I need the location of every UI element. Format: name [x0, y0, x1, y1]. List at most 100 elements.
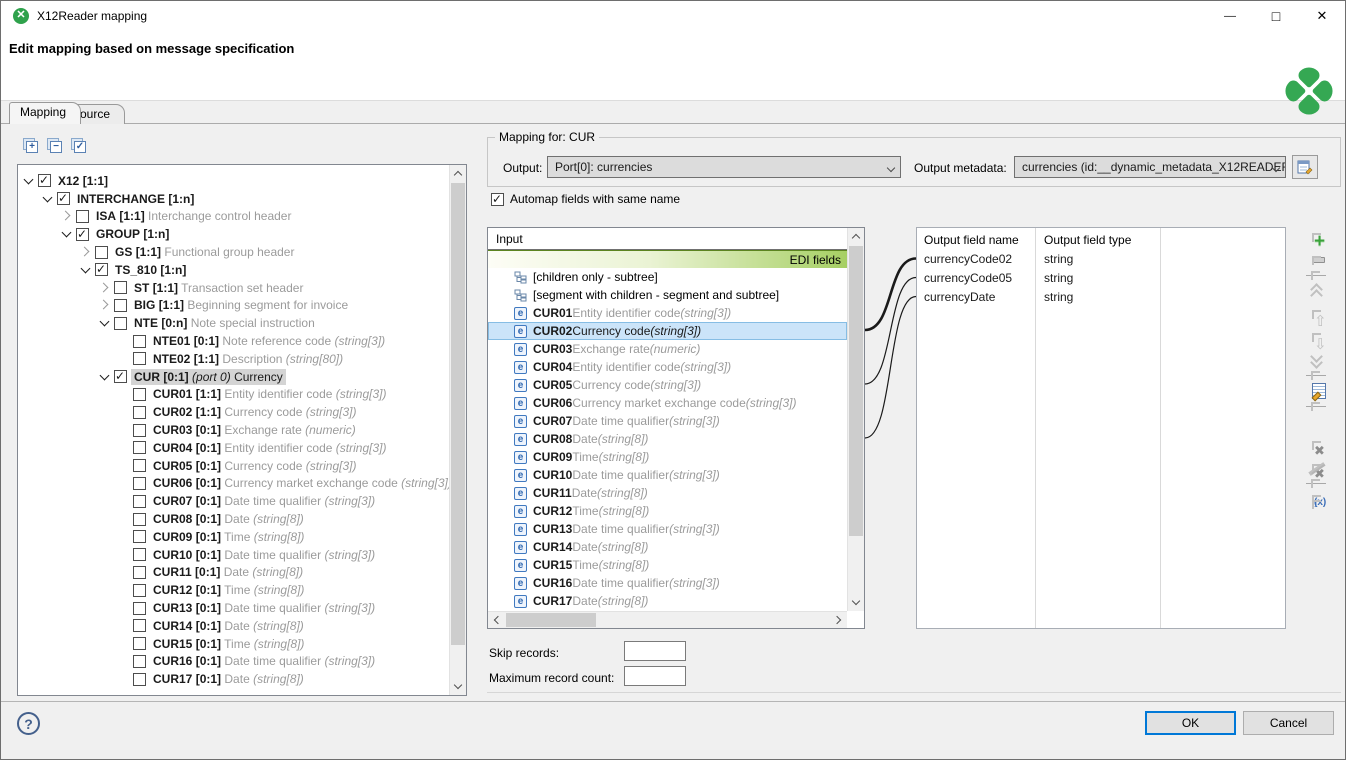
tree-checkbox[interactable] — [133, 602, 146, 615]
tree-checkbox[interactable] — [114, 281, 127, 294]
tree-expander-icon[interactable] — [22, 174, 36, 188]
column-output-field-type[interactable]: Output field type — [1044, 233, 1131, 247]
tree-expander-icon[interactable] — [79, 245, 93, 259]
input-field-row[interactable]: e CUR06 Currency market exchange code (s… — [488, 394, 847, 412]
tree-row[interactable]: CUR17 [0:1] Date (string[8]) — [18, 670, 448, 688]
tree-row[interactable]: NTE [0:n] Note special instruction — [18, 314, 448, 332]
tree-checkbox[interactable] — [114, 317, 127, 330]
tree-row[interactable]: CUR06 [0:1] Currency market exchange cod… — [18, 475, 448, 493]
tree-checkbox[interactable] — [76, 210, 89, 223]
scroll-up-icon[interactable] — [450, 165, 466, 182]
tree-row[interactable]: CUR11 [0:1] Date (string[8]) — [18, 564, 448, 582]
automap-checkbox[interactable]: Automap fields with same name — [489, 192, 680, 206]
close-button[interactable] — [1299, 1, 1345, 31]
scroll-right-icon[interactable] — [830, 612, 847, 628]
output-field-row[interactable]: currencyCode02 string — [917, 250, 1285, 269]
ok-button[interactable]: OK — [1145, 711, 1236, 735]
tree-row[interactable]: CUR01 [1:1] Entity identifier code (stri… — [18, 386, 448, 404]
tree-row[interactable]: ST [1:1] Transaction set header — [18, 279, 448, 297]
tree-row[interactable]: CUR07 [0:1] Date time qualifier (string[… — [18, 492, 448, 510]
move-bottom-icon[interactable] — [1307, 352, 1325, 368]
tree-row[interactable]: CUR10 [0:1] Date time qualifier (string[… — [18, 546, 448, 564]
tree-checkbox[interactable] — [76, 228, 89, 241]
tree-row[interactable]: CUR02 [1:1] Currency code (string[3]) — [18, 403, 448, 421]
separator[interactable] — [1306, 406, 1326, 407]
tree-checkbox[interactable] — [133, 459, 146, 472]
input-field-row[interactable]: e CUR10 Date time qualifier (string[3]) — [488, 466, 847, 484]
input-field-row[interactable]: e [segment with children - segment and s… — [488, 286, 847, 304]
separator[interactable] — [1306, 275, 1326, 276]
input-field-row[interactable]: e CUR13 Date time qualifier (string[3]) — [488, 520, 847, 538]
tree-row[interactable]: CUR16 [0:1] Date time qualifier (string[… — [18, 653, 448, 671]
input-field-row[interactable]: e CUR09 Time (string[8]) — [488, 448, 847, 466]
tree-row[interactable]: CUR04 [0:1] Entity identifier code (stri… — [18, 439, 448, 457]
move-top-icon[interactable] — [1307, 283, 1325, 299]
input-field-row[interactable]: e CUR04 Entity identifier code (string[3… — [488, 358, 847, 376]
tree-checkbox[interactable] — [114, 370, 127, 383]
input-field-row[interactable]: e CUR16 Date time qualifier (string[3]) — [488, 574, 847, 592]
tree-expander-icon[interactable] — [41, 192, 55, 206]
remove-all-mappings-icon[interactable] — [1307, 460, 1325, 476]
tree-checkbox[interactable] — [133, 441, 146, 454]
tree-row[interactable]: NTE02 [1:1] Description (string[80]) — [18, 350, 448, 368]
tree-row[interactable]: CUR14 [0:1] Date (string[8]) — [18, 617, 448, 635]
tree-row[interactable]: CUR15 [0:1] Time (string[8]) — [18, 635, 448, 653]
remove-mapping-icon[interactable] — [1307, 437, 1325, 453]
tree-checkbox[interactable] — [133, 388, 146, 401]
tree-checkbox[interactable] — [133, 548, 146, 561]
output-field-row[interactable]: currencyDate string — [917, 288, 1285, 307]
edit-expression-icon[interactable] — [1307, 491, 1325, 507]
input-field-row[interactable]: e CUR14 Date (string[8]) — [488, 538, 847, 556]
expand-all-icon[interactable]: + — [23, 138, 38, 153]
tree-checkbox[interactable] — [133, 530, 146, 543]
max-record-count-input[interactable] — [624, 666, 686, 686]
scroll-up-icon[interactable] — [848, 228, 864, 245]
tree-expander-icon[interactable] — [60, 227, 74, 241]
remove-field-icon[interactable] — [1307, 252, 1325, 268]
move-down-icon[interactable] — [1307, 329, 1325, 345]
tree-checkbox[interactable] — [133, 424, 146, 437]
output-combobox[interactable]: Port[0]: currencies — [547, 156, 901, 178]
tree-row[interactable]: GS [1:1] Functional group header — [18, 243, 448, 261]
output-metadata-combobox[interactable]: currencies (id:__dynamic_metadata_X12REA… — [1014, 156, 1286, 178]
input-field-row[interactable]: e CUR11 Date (string[8]) — [488, 484, 847, 502]
add-field-icon[interactable] — [1307, 229, 1325, 245]
tree-checkbox[interactable] — [133, 335, 146, 348]
help-button[interactable] — [17, 712, 40, 735]
tree-expander-icon[interactable] — [79, 263, 93, 277]
tree-expander-icon[interactable] — [98, 370, 112, 384]
check-all-icon[interactable]: ✓ — [71, 138, 86, 153]
tree-expander-icon[interactable] — [98, 316, 112, 330]
tree-row[interactable]: X12 [1:1] — [18, 172, 448, 190]
tree-row[interactable]: GROUP [1:n] — [18, 225, 448, 243]
tree-checkbox[interactable] — [133, 566, 146, 579]
tree-scrollbar[interactable] — [449, 165, 466, 695]
tree-checkbox[interactable] — [95, 263, 108, 276]
input-field-row[interactable]: e CUR15 Time (string[8]) — [488, 556, 847, 574]
tree-row[interactable]: ISA [1:1] Interchange control header — [18, 208, 448, 226]
edit-metadata-button[interactable] — [1292, 155, 1318, 179]
maximize-button[interactable] — [1253, 1, 1299, 31]
minimize-button[interactable] — [1207, 1, 1253, 31]
input-vscrollbar[interactable] — [847, 228, 864, 611]
tree-checkbox[interactable] — [57, 192, 70, 205]
tree-row[interactable]: INTERCHANGE [1:n] — [18, 190, 448, 208]
tree-row[interactable]: CUR09 [0:1] Time (string[8]) — [18, 528, 448, 546]
input-field-row[interactable]: e CUR03 Exchange rate (numeric) — [488, 340, 847, 358]
scroll-thumb[interactable] — [849, 246, 863, 536]
tree-row[interactable]: CUR13 [0:1] Date time qualifier (string[… — [18, 599, 448, 617]
tree-checkbox[interactable] — [133, 352, 146, 365]
automap-checkbox-box[interactable] — [491, 193, 504, 206]
edit-metadata-icon[interactable] — [1307, 383, 1325, 399]
scroll-left-icon[interactable] — [488, 612, 505, 628]
column-output-field-name[interactable]: Output field name — [924, 233, 1019, 247]
tree-row[interactable]: CUR03 [0:1] Exchange rate (numeric) — [18, 421, 448, 439]
tree-expander-icon[interactable] — [98, 298, 112, 312]
input-field-row[interactable]: e CUR05 Currency code (string[3]) — [488, 376, 847, 394]
scroll-thumb[interactable] — [451, 183, 465, 645]
tree-checkbox[interactable] — [114, 299, 127, 312]
output-field-row[interactable]: currencyCode05 string — [917, 269, 1285, 288]
tree-row[interactable]: CUR [0:1] (port 0) Currency — [18, 368, 448, 386]
tree-checkbox[interactable] — [133, 406, 146, 419]
input-field-row[interactable]: e [children only - subtree] — [488, 268, 847, 286]
